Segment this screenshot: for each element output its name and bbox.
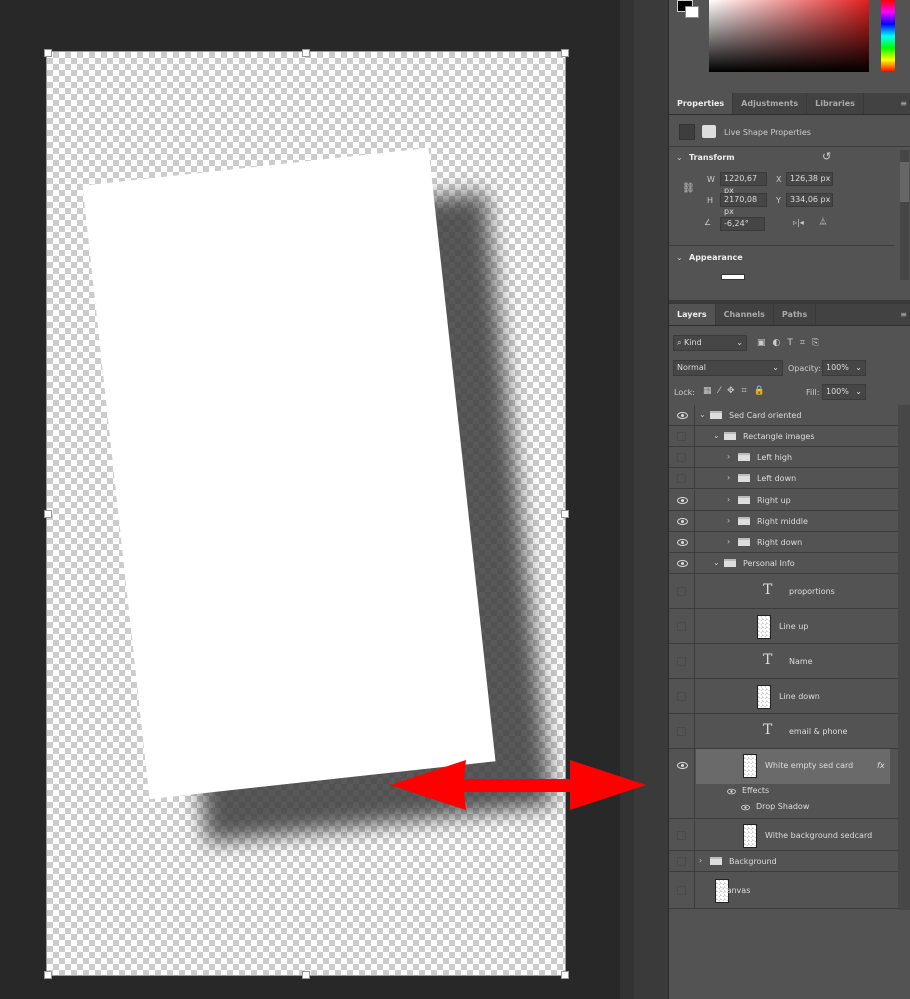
layer-name: Right down (757, 537, 803, 547)
layer-name: Name (789, 656, 813, 666)
shape-layer-thumbnail (743, 754, 757, 778)
layer-name: Sed Card oriented (729, 410, 802, 420)
layer-name: Left down (757, 473, 797, 483)
red-double-arrow (390, 760, 646, 810)
layer-name: Right up (757, 495, 791, 505)
layer-name: email & phone (789, 726, 848, 736)
layer-name: Line up (779, 621, 809, 631)
layer-name: Personal Info (743, 558, 795, 568)
layer-name: Rectangle images (743, 431, 815, 441)
layer-name: Background (729, 856, 777, 866)
layer-name: Left high (757, 452, 793, 462)
layer-name: Canvas (721, 885, 751, 895)
layer-name: Right middle (757, 516, 808, 526)
layer-name: White empty sed card (765, 761, 854, 770)
layer-name: proportions (789, 586, 835, 596)
fx-badge[interactable]: fx (877, 761, 885, 770)
layer-name: Withe background sedcard (765, 830, 873, 840)
layer-name: Line down (779, 691, 820, 701)
